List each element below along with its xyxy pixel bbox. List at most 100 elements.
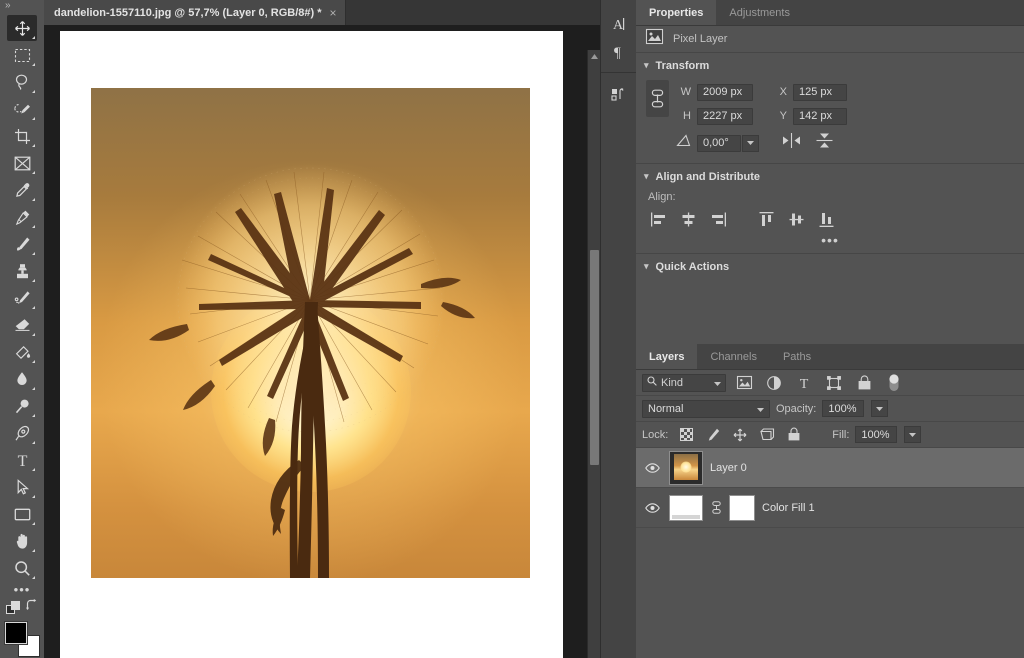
tool-flyout-indicator	[32, 90, 35, 93]
color-controls	[6, 598, 38, 620]
flip-vertical-icon[interactable]	[816, 132, 833, 154]
height-label: H	[683, 110, 691, 122]
dodge-tool[interactable]	[7, 393, 37, 419]
align-left-edges-button[interactable]	[644, 207, 672, 231]
layer-mask-thumbnail[interactable]	[729, 494, 755, 521]
tool-flyout-indicator	[32, 414, 35, 417]
gradient-tool[interactable]	[7, 339, 37, 365]
align-vertical-centers-button[interactable]	[782, 207, 810, 231]
lock-image-pixels-icon[interactable]	[701, 425, 725, 445]
hand-tool[interactable]	[7, 528, 37, 554]
foreground-color-swatch[interactable]	[5, 622, 27, 644]
toolbar-collapse-button[interactable]: »	[0, 0, 44, 11]
transform-controls: W 2009 px X 125 px H 2227 px Y 142 px 0,…	[636, 78, 1024, 163]
rectangle-tool[interactable]	[7, 501, 37, 527]
right-panel-dock: Properties Adjustments Pixel Layer ▾ Tra…	[636, 0, 1024, 658]
angle-dropdown-button[interactable]	[742, 134, 759, 152]
align-top-edges-button[interactable]	[752, 207, 780, 231]
fill-input[interactable]: 100%	[855, 426, 898, 443]
document-tab[interactable]: dandelion-1557110.jpg @ 57,7% (Layer 0, …	[44, 0, 346, 25]
lock-all-icon[interactable]	[782, 425, 806, 445]
lock-artboard-icon[interactable]	[755, 425, 779, 445]
quick-selection-tool[interactable]	[7, 96, 37, 122]
blur-tool[interactable]	[7, 366, 37, 392]
brush-tool[interactable]	[7, 231, 37, 257]
filter-toggle-switch[interactable]	[882, 373, 906, 393]
filter-type-icon[interactable]: T	[792, 373, 816, 393]
filter-adjustment-icon[interactable]	[762, 373, 786, 393]
width-x-row: W 2009 px X 125 px	[675, 80, 1024, 104]
lock-transparent-pixels-icon[interactable]	[674, 425, 698, 445]
default-colors-button[interactable]	[6, 601, 20, 620]
filter-shape-icon[interactable]	[822, 373, 846, 393]
move-tool[interactable]	[7, 15, 37, 41]
svg-text:T: T	[800, 377, 809, 392]
y-input[interactable]: 142 px	[793, 107, 847, 125]
tab-channels[interactable]: Channels	[697, 344, 769, 369]
frame-tool[interactable]	[7, 150, 37, 176]
zoom-tool[interactable]	[7, 555, 37, 581]
tab-adjustments[interactable]: Adjustments	[716, 0, 803, 25]
filter-kind-select[interactable]: Kind	[642, 373, 726, 392]
character-panel-icon[interactable]: A	[604, 10, 634, 38]
layer-visibility-icon[interactable]	[642, 462, 662, 473]
rail-top-group: A ¶	[601, 0, 636, 66]
libraries-panel-icon[interactable]	[604, 81, 634, 109]
type-tool[interactable]: T	[7, 447, 37, 473]
tab-layers[interactable]: Layers	[636, 344, 698, 369]
align-section-header[interactable]: ▾ Align and Distribute	[636, 164, 1024, 189]
layer-thumbnail[interactable]	[669, 450, 703, 485]
canvas-viewport[interactable]	[44, 25, 600, 658]
tab-paths[interactable]: Paths	[770, 344, 824, 369]
transform-section-header[interactable]: ▾ Transform	[636, 53, 1024, 78]
table-row[interactable]: Color Fill 1	[636, 488, 1024, 528]
photoshop-window: » T ••• dandelion-1557110.jpg @ 57,7% (L…	[0, 0, 1024, 658]
fill-dropdown-button[interactable]	[904, 426, 922, 443]
crop-tool[interactable]	[7, 123, 37, 149]
blend-mode-select[interactable]: Normal	[642, 399, 770, 418]
swap-colors-button[interactable]	[26, 598, 38, 616]
lasso-tool[interactable]	[7, 69, 37, 95]
lock-position-icon[interactable]	[728, 425, 752, 445]
healing-brush-tool[interactable]	[7, 204, 37, 230]
quick-actions-section-header[interactable]: ▾ Quick Actions	[636, 254, 1024, 279]
eyedropper-tool[interactable]	[7, 177, 37, 203]
fill-layer-thumbnail[interactable]	[669, 494, 703, 521]
tab-properties[interactable]: Properties	[636, 0, 717, 25]
clone-stamp-tool[interactable]	[7, 258, 37, 284]
eraser-tool[interactable]	[7, 312, 37, 338]
history-brush-tool[interactable]	[7, 285, 37, 311]
chevron-down-icon: ▾	[644, 261, 649, 271]
filter-smart-object-icon[interactable]	[852, 373, 876, 393]
width-label: W	[680, 86, 691, 98]
marquee-tool[interactable]	[7, 42, 37, 68]
flip-horizontal-icon[interactable]	[781, 133, 802, 153]
filter-pixel-icon[interactable]	[732, 373, 756, 393]
height-input[interactable]: 2227 px	[697, 107, 753, 125]
align-right-edges-button[interactable]	[704, 207, 732, 231]
angle-input[interactable]: 0,00°	[697, 134, 741, 152]
opacity-dropdown-button[interactable]	[871, 400, 889, 417]
path-selection-tool[interactable]	[7, 474, 37, 500]
opacity-input[interactable]: 100%	[822, 400, 865, 417]
paragraph-panel-icon[interactable]: ¶	[604, 38, 634, 66]
rotate-flip-row: 0,00°	[636, 131, 1024, 155]
x-input[interactable]: 125 px	[793, 83, 847, 101]
edit-toolbar-button[interactable]: •••	[7, 582, 37, 598]
align-bottom-edges-button[interactable]	[812, 207, 840, 231]
layer-visibility-icon[interactable]	[642, 502, 662, 513]
scrollbar-thumb[interactable]	[590, 250, 599, 465]
close-icon[interactable]: ×	[330, 6, 337, 20]
properties-panel-tabs: Properties Adjustments	[636, 0, 1024, 26]
table-row[interactable]: Layer 0	[636, 448, 1024, 488]
link-wh-button[interactable]	[646, 80, 669, 117]
dandelion-silhouette	[149, 164, 475, 578]
chevron-down-icon	[757, 403, 764, 415]
mask-link-icon[interactable]	[710, 501, 722, 514]
pen-tool[interactable]	[7, 420, 37, 446]
width-input[interactable]: 2009 px	[697, 83, 753, 101]
filter-kind-value: Kind	[661, 376, 684, 389]
align-more-button[interactable]: •••	[636, 231, 1024, 247]
align-horizontal-centers-button[interactable]	[674, 207, 702, 231]
canvas-vertical-scrollbar[interactable]	[587, 50, 600, 658]
